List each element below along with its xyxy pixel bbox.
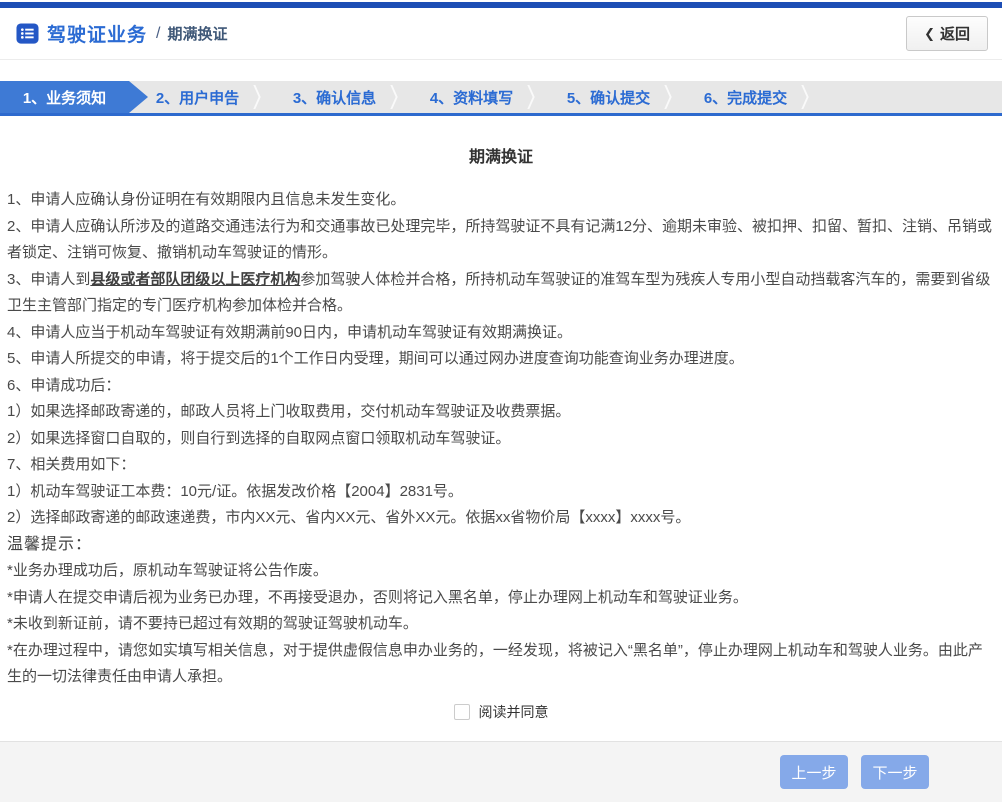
medical-institution-emphasis: 县级或者部队团级以上医疗机构: [90, 270, 301, 288]
breadcrumb-current: 期满换证: [167, 26, 228, 43]
main-content: 期满换证 1、申请人应确认身份证明在有效期限内且信息未发生变化。 2、申请人应确…: [0, 143, 1002, 722]
tab-step-6-label: 6、完成提交: [703, 89, 788, 107]
breadcrumb: 驾驶证业务 / 期满换证: [16, 20, 906, 47]
tab-separator-chevron: [661, 85, 675, 109]
tip-line-3: *未收到新证前，请不要持已超过有效期的驾驶证驾驶机动车。: [7, 615, 418, 632]
agree-label[interactable]: 阅读并同意: [479, 702, 549, 722]
page-title: 期满换证: [468, 149, 533, 166]
tab-step-4[interactable]: 4、资料填写: [403, 81, 540, 113]
notice-line-7: 7、相关费用如下：: [7, 456, 136, 473]
step-tabs: 1、业务须知 2、用户申告 3、确认信息 4、资料填写 5、确认提交 6、完成提…: [0, 81, 1002, 116]
footer: 上一步 下一步: [0, 741, 1002, 802]
tab-step-3-label: 3、确认信息: [292, 89, 377, 107]
tips-title: 温馨提示：: [7, 535, 93, 553]
agree-checkbox[interactable]: [453, 703, 470, 720]
notice-line-4: 4、申请人应当于机动车驾驶证有效期满前90日内，申请机动车驾驶证有效期满换证。: [7, 323, 573, 341]
step-tabs-filler: [814, 81, 1002, 113]
notice-line-5: 5、申请人所提交的申请，将于提交后的1个工作日内受理，期间可以通过网办进度查询功…: [7, 350, 744, 367]
notice-line-7-sub-2: 2）选择邮政寄递的邮政速递费，市内XX元、省内XX元、省外XX元。依据xx省物价…: [7, 509, 691, 526]
tab-step-4-label: 4、资料填写: [429, 89, 514, 107]
tab-separator-chevron: [524, 85, 538, 109]
notice-line-6-sub-1: 1）如果选择邮政寄递的，邮政人员将上门收取费用，交付机动车驾驶证及收费票据。: [7, 403, 571, 420]
tab-separator-chevron: [387, 85, 401, 109]
tab-step-2-label: 2、用户申告: [155, 89, 240, 107]
tab-step-6[interactable]: 6、完成提交: [677, 81, 814, 113]
back-button-label: 返回: [939, 26, 970, 43]
notice-line-1: 1、申请人应确认身份证明在有效期限内且信息未发生变化。: [7, 191, 406, 208]
list-icon: [16, 22, 39, 45]
tab-separator-chevron: [798, 85, 812, 109]
back-button[interactable]: ❮ 返回: [906, 16, 988, 51]
tab-step-5[interactable]: 5、确认提交: [540, 81, 677, 113]
tab-step-3[interactable]: 3、确认信息: [266, 81, 403, 113]
notice-line-6-sub-2: 2）如果选择窗口自取的，则自行到选择的自取网点窗口领取机动车驾驶证。: [7, 429, 511, 447]
chevron-left-icon: ❮: [924, 25, 935, 41]
tab-step-1-label: 1、业务须知: [22, 89, 107, 107]
tip-line-4: *在办理过程中，请您如实填写相关信息，对于提供虚假信息申办业务的，一经发现，将被…: [7, 641, 983, 686]
header: 驾驶证业务 / 期满换证 ❮ 返回: [0, 8, 1002, 60]
notice-line-3: 3、申请人到县级或者部队团级以上医疗机构参加驾驶人体检并合格，所持机动车驾驶证的…: [7, 267, 995, 320]
tab-step-5-label: 5、确认提交: [566, 89, 651, 107]
next-step-button[interactable]: 下一步: [861, 755, 929, 789]
notice-line-7-sub-1: 1）机动车驾驶证工本费：10元/证。依据发改价格【2004】2831号。: [7, 482, 463, 500]
prev-step-button[interactable]: 上一步: [780, 755, 848, 789]
agree-row: 阅读并同意: [7, 702, 995, 722]
tab-step-1[interactable]: 1、业务须知: [0, 81, 148, 113]
breadcrumb-section: 驾驶证业务: [47, 25, 148, 46]
notice-line-3-prefix: 3、申请人到: [7, 270, 91, 288]
tip-line-2: *申请人在提交申请后视为业务已办理，不再接受退办，否则将记入黑名单，停止办理网上…: [7, 588, 748, 606]
tab-separator-chevron: [250, 85, 264, 109]
notice-text: 1、申请人应确认身份证明在有效期限内且信息未发生变化。 2、申请人应确认所涉及的…: [7, 187, 995, 691]
notice-line-6: 6、申请成功后：: [7, 376, 121, 394]
tab-step-2[interactable]: 2、用户申告: [129, 81, 266, 113]
notice-line-2: 2、申请人应确认所涉及的道路交通违法行为和交通事故已处理完毕，所持驾驶证不具有记…: [7, 217, 993, 262]
tip-line-1: *业务办理成功后，原机动车驾驶证将公告作废。: [7, 562, 328, 579]
breadcrumb-separator: /: [156, 24, 161, 42]
